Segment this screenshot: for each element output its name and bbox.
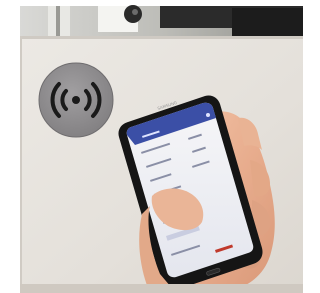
machine-top xyxy=(20,5,303,38)
floor-edge xyxy=(20,284,303,293)
photo-scene: SAMSUNG xyxy=(0,0,303,293)
photo-canvas: SAMSUNG xyxy=(0,0,303,293)
nfc-sticker xyxy=(38,62,114,138)
